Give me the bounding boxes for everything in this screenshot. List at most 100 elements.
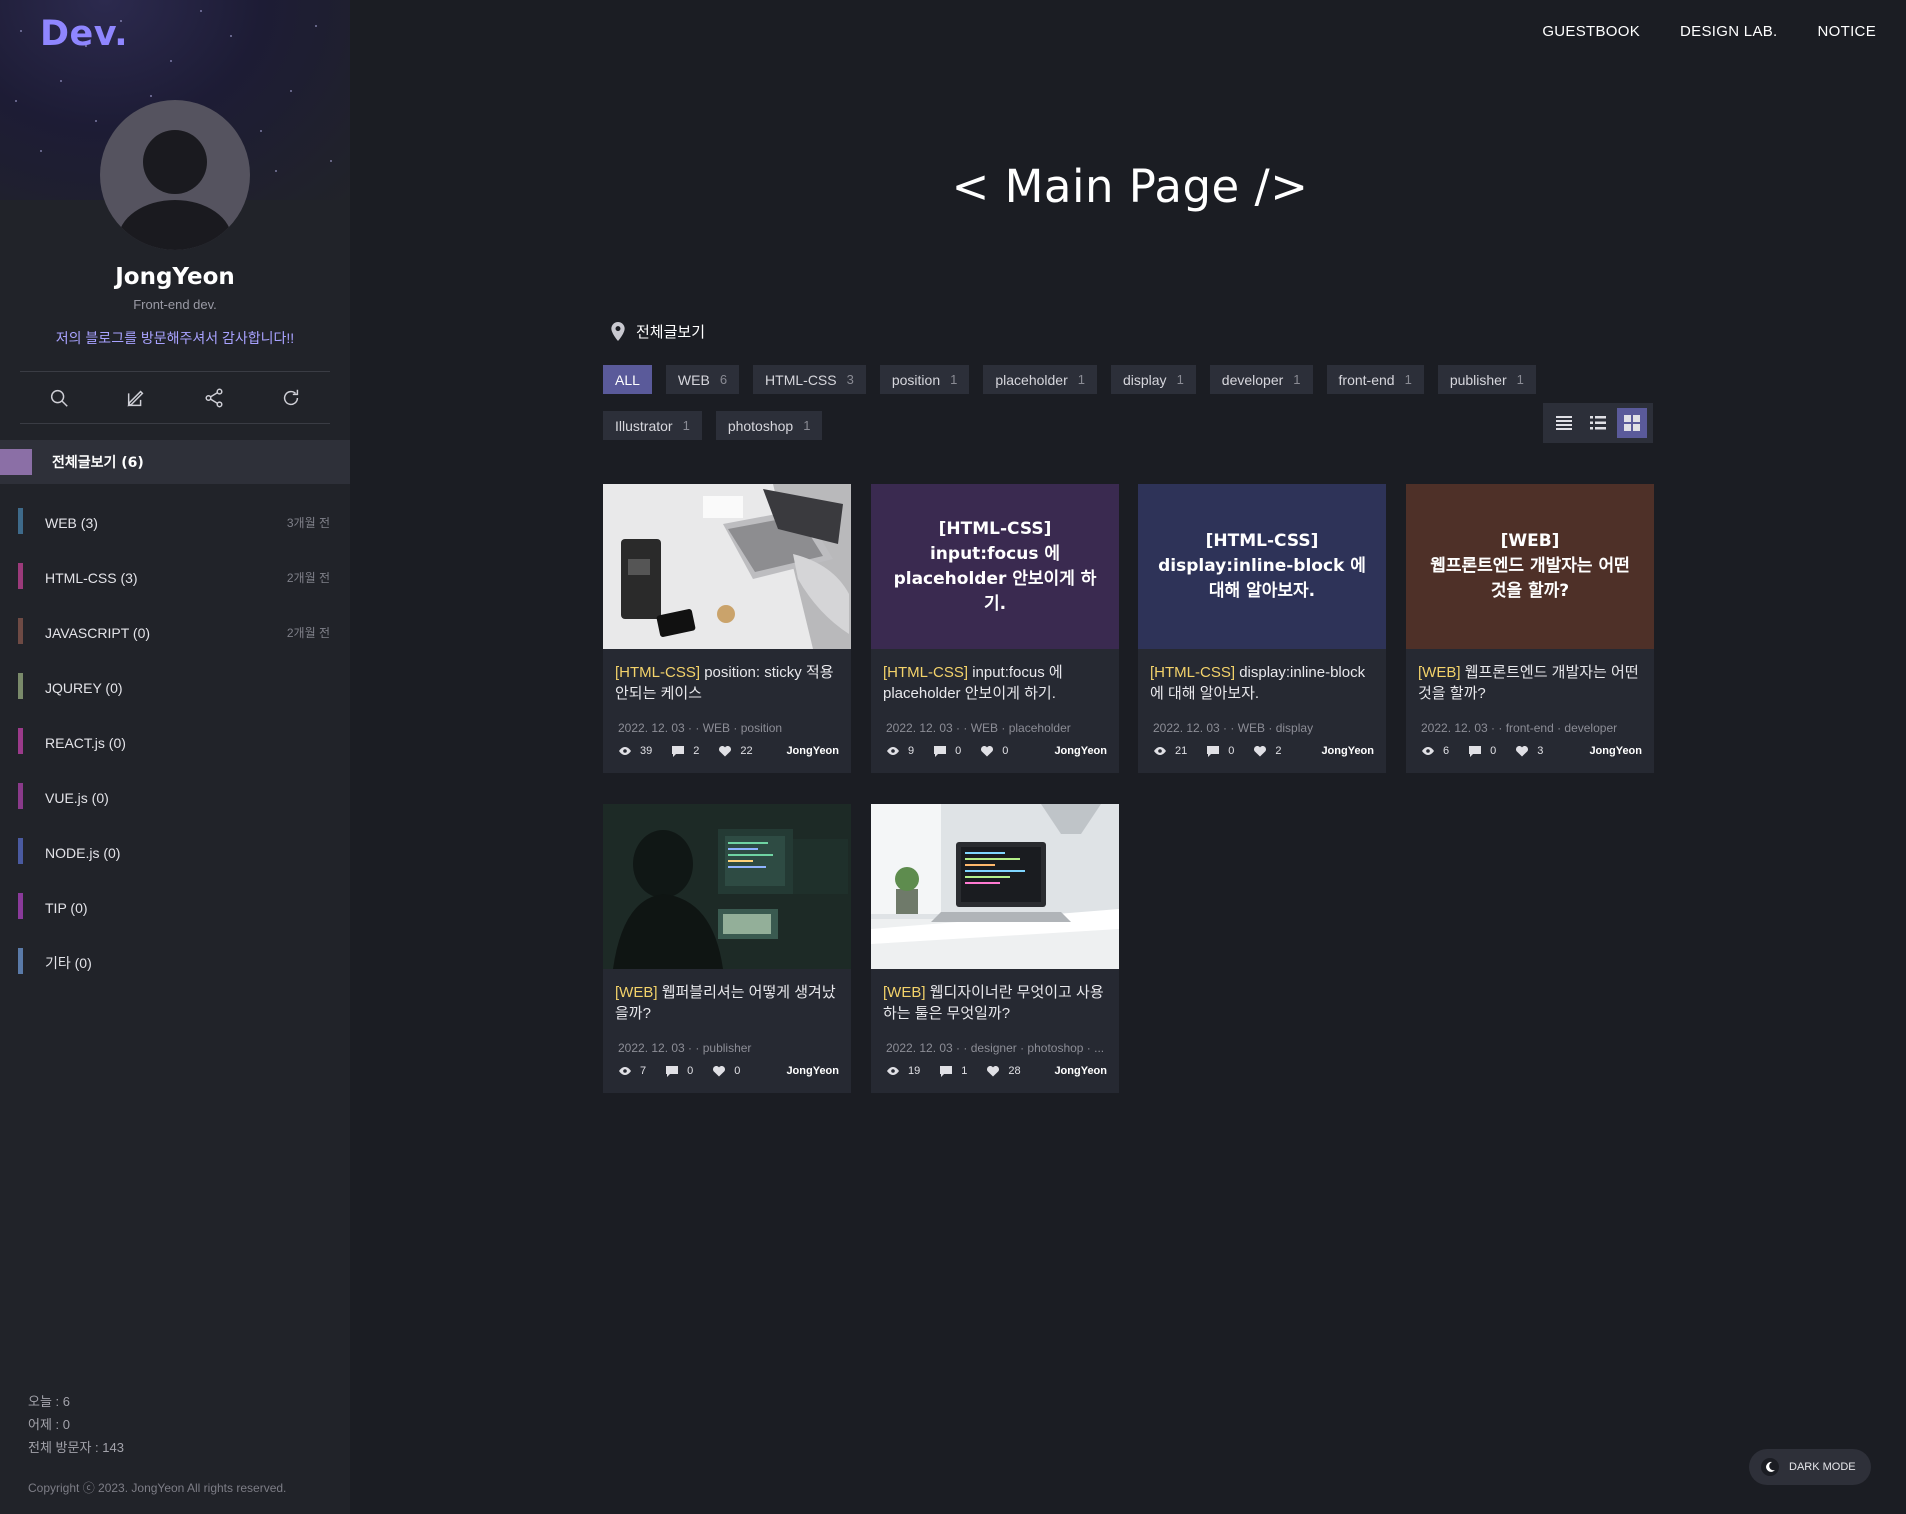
post-card[interactable]: [WEB] 웹퍼블리셔는 어떻게 생겨났을까? 2022. 12. 03 · ·…: [603, 804, 851, 1093]
category-label: JAVASCRIPT (0): [45, 624, 151, 641]
post-card[interactable]: [HTML-CSS] input:focus 에 placeholder 안보이…: [871, 484, 1119, 773]
visitor-today: 오늘 : 6: [28, 1394, 70, 1409]
thumbnail-photo: [871, 804, 1119, 969]
list-view-button[interactable]: [1549, 408, 1579, 438]
search-button[interactable]: [44, 383, 74, 413]
category-label: 기타 (0): [45, 954, 92, 971]
post-thumbnail[interactable]: [871, 804, 1119, 969]
category-label: JQUREY (0): [45, 679, 123, 696]
nav-design-lab[interactable]: DESIGN LAB.: [1680, 23, 1778, 40]
category-item[interactable]: WEB (3) 3개월 전: [0, 495, 350, 550]
post-card[interactable]: [WEB] 웹디자이너란 무엇이고 사용하는 툴은 무엇일까? 2022. 12…: [871, 804, 1119, 1093]
category-all[interactable]: 전체글보기 (6): [0, 440, 350, 484]
refresh-icon: [284, 389, 299, 405]
post-thumbnail[interactable]: [WEB] 웹프론트엔드 개발자는 어떤 것을 할까?: [1406, 484, 1654, 649]
heart-icon: [981, 745, 994, 757]
post-title[interactable]: [HTML-CSS] position: sticky 적용안되는 케이스: [615, 662, 839, 704]
view-count: 39: [640, 745, 653, 757]
view-count: 9: [908, 745, 915, 757]
tag-label: placeholder: [995, 371, 1068, 388]
tag-chip[interactable]: publisher 1: [1437, 365, 1536, 394]
tag-chip[interactable]: display 1: [1110, 365, 1196, 394]
like-count: 3: [1537, 745, 1544, 757]
post-title[interactable]: [WEB] 웹디자이너란 무엇이고 사용하는 툴은 무엇일까?: [883, 982, 1107, 1024]
post-title[interactable]: [WEB] 웹퍼블리셔는 어떻게 생겨났을까?: [615, 982, 839, 1024]
view-count-icon: [1422, 747, 1434, 755]
post-thumbnail[interactable]: [603, 484, 851, 649]
grid-view-button[interactable]: [1617, 408, 1647, 438]
thumbnail-photo: [603, 804, 851, 969]
post-card[interactable]: [HTML-CSS] display:inline-block 에 대해 알아보…: [1138, 484, 1386, 773]
view-count-icon: [619, 1067, 631, 1075]
write-button[interactable]: [121, 383, 151, 413]
tag-chip[interactable]: placeholder 1: [983, 365, 1097, 394]
category-item[interactable]: JAVASCRIPT (0) 2개월 전: [0, 605, 350, 660]
category-item[interactable]: 기타 (0): [0, 935, 350, 990]
post-author[interactable]: JongYeon: [1589, 745, 1642, 757]
category-item[interactable]: NODE.js (0): [0, 825, 350, 880]
view-count: 21: [1175, 745, 1188, 757]
tag-chip[interactable]: WEB 6: [665, 365, 740, 394]
post-title[interactable]: [HTML-CSS] display:inline-block 에 대해 알아보…: [1150, 662, 1374, 704]
dark-mode-toggle[interactable]: DARK MODE: [1749, 1449, 1871, 1485]
like-count: 0: [1002, 745, 1009, 757]
comment-count: 0: [687, 1065, 694, 1077]
category-item[interactable]: VUE.js (0): [0, 770, 350, 825]
tag-count: 1: [1516, 372, 1524, 387]
comment-icon: [1469, 746, 1482, 757]
category-label: WEB (3): [45, 514, 98, 531]
tag-count: 1: [1077, 372, 1085, 387]
post-comments: 1: [939, 1065, 967, 1077]
compact-list-button[interactable]: [1583, 408, 1613, 438]
post-author[interactable]: JongYeon: [786, 745, 839, 757]
refresh-button[interactable]: [276, 383, 306, 413]
like-count: 2: [1275, 745, 1282, 757]
post-views: 9: [886, 745, 914, 757]
post-comments: 0: [1206, 745, 1234, 757]
tag-chip[interactable]: ALL: [603, 365, 652, 394]
comment-count: 1: [961, 1065, 968, 1077]
category-color-bar: [18, 948, 23, 974]
post-meta: 2022. 12. 03 · · WEB · position: [618, 721, 783, 735]
post-author[interactable]: JongYeon: [1321, 745, 1374, 757]
category-color-bar: [18, 673, 23, 699]
post-thumbnail[interactable]: [HTML-CSS] display:inline-block 에 대해 알아보…: [1138, 484, 1386, 649]
share-button[interactable]: [199, 383, 229, 413]
profile-role: Front-end dev.: [133, 297, 217, 312]
post-author[interactable]: JongYeon: [1054, 745, 1107, 757]
category-item[interactable]: HTML-CSS (3) 2개월 전: [0, 550, 350, 605]
tag-chip[interactable]: position 1: [879, 365, 970, 394]
comment-count: 2: [693, 745, 700, 757]
heart-icon: [987, 1065, 1000, 1077]
tag-chip[interactable]: Illustrator 1: [603, 411, 702, 440]
nav-notice[interactable]: NOTICE: [1818, 23, 1876, 40]
tag-chip[interactable]: front-end 1: [1326, 365, 1424, 394]
post-thumbnail[interactable]: [HTML-CSS] input:focus 에 placeholder 안보이…: [871, 484, 1119, 649]
tag-chip[interactable]: HTML-CSS 3: [753, 365, 866, 394]
view-mode-switcher: [1543, 403, 1653, 443]
category-label: TIP (0): [45, 899, 88, 916]
tag-count: 6: [719, 372, 728, 387]
breadcrumb: 전체글보기: [610, 321, 705, 342]
post-author[interactable]: JongYeon: [1054, 1065, 1107, 1077]
post-title[interactable]: [HTML-CSS] input:focus 에 placeholder 안보이…: [883, 662, 1107, 704]
category-item[interactable]: REACT.js (0): [0, 715, 350, 770]
avatar: [100, 100, 250, 250]
post-views: 6: [1421, 745, 1449, 757]
category-item[interactable]: JQUREY (0): [0, 660, 350, 715]
post-title[interactable]: [WEB] 웹프론트엔드 개발자는 어떤 것을 할까?: [1418, 662, 1642, 704]
logo[interactable]: Dev.: [40, 14, 128, 54]
post-stats: 6 0 3 JongYeon: [1421, 745, 1642, 757]
post-card[interactable]: [HTML-CSS] position: sticky 적용안되는 케이스 20…: [603, 484, 851, 773]
post-meta: 2022. 12. 03 · · WEB · placeholder: [886, 721, 1071, 735]
tag-chip[interactable]: developer 1: [1209, 365, 1313, 394]
nav-guestbook[interactable]: GUESTBOOK: [1542, 23, 1640, 40]
post-author[interactable]: JongYeon: [786, 1065, 839, 1077]
category-list: WEB (3) 3개월 전 HTML-CSS (3) 2개월 전 JAVASCR…: [0, 495, 350, 990]
post-card[interactable]: [WEB] 웹프론트엔드 개발자는 어떤 것을 할까? [WEB] 웹프론트엔드…: [1406, 484, 1654, 773]
tag-filter: ALL WEB 6 HTML-CSS 3 position 1 placeholder 1 dis…: [603, 365, 1553, 457]
tag-chip[interactable]: photoshop 1: [715, 411, 823, 440]
tag-label: front-end: [1338, 371, 1395, 388]
category-item[interactable]: TIP (0): [0, 880, 350, 935]
post-thumbnail[interactable]: [603, 804, 851, 969]
